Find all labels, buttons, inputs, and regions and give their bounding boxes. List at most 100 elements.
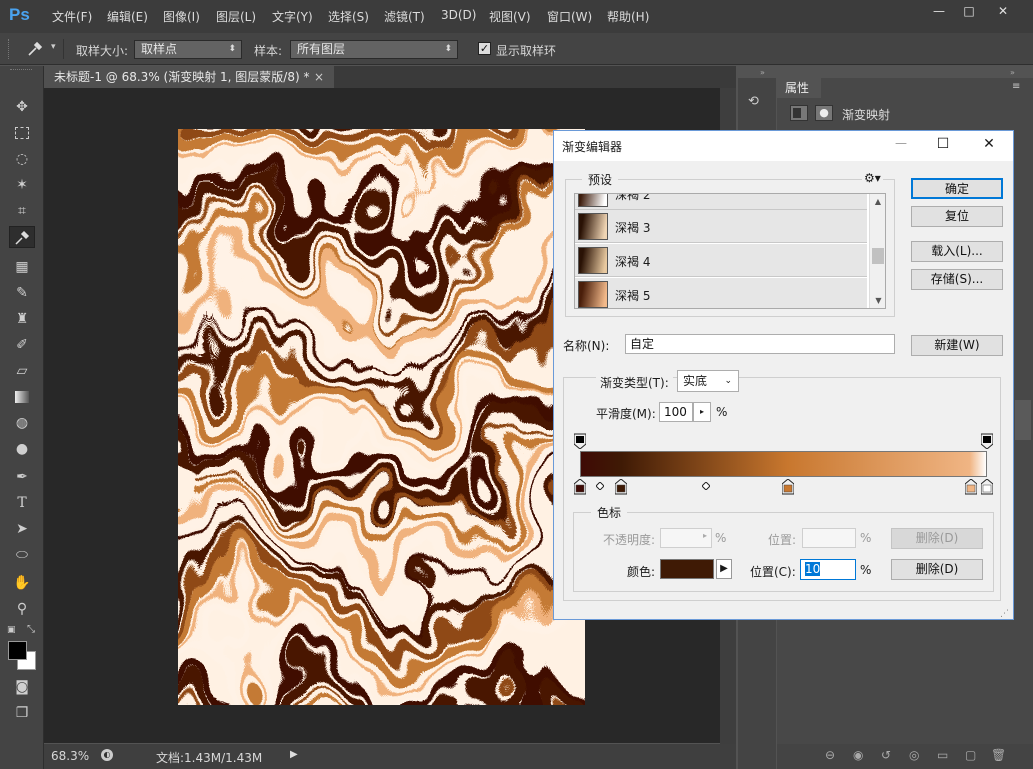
pen-tool-icon[interactable]: ✒ <box>9 466 35 488</box>
eraser-tool-icon[interactable]: ▱ <box>9 360 35 382</box>
lasso-tool-icon[interactable]: ◌ <box>9 148 35 170</box>
layer-mask-icon[interactable]: ● <box>815 105 833 121</box>
status-menu-arrow-icon[interactable]: ▶ <box>290 749 298 760</box>
preset-item[interactable]: 深褐 5 <box>575 278 867 308</box>
opacity-stop-marker[interactable] <box>980 433 994 450</box>
maximize-button[interactable]: □ <box>954 2 984 20</box>
scroll-up-icon[interactable]: ▲ <box>870 197 885 206</box>
new-group-icon[interactable]: ▭ <box>937 748 948 762</box>
crop-tool-icon[interactable]: ⌗ <box>9 200 35 222</box>
save-button[interactable]: 存储(S)... <box>911 269 1003 290</box>
smoothness-dropdown-arrow-icon[interactable]: ▸ <box>693 402 711 422</box>
type-tool-icon[interactable]: T <box>9 492 35 514</box>
color-position-input[interactable]: 10 <box>800 559 856 580</box>
marquee-tool-icon[interactable] <box>9 122 35 144</box>
menu-3d[interactable]: 3D(D) <box>441 8 476 22</box>
options-grip[interactable] <box>8 39 11 59</box>
eyedropper-icon[interactable] <box>25 39 45 59</box>
properties-tab[interactable]: 属性 <box>777 78 821 98</box>
tool-preset-arrow-icon[interactable]: ▾ <box>51 42 56 52</box>
default-colors-icon[interactable]: ▣ <box>7 625 16 635</box>
foreground-color-swatch[interactable] <box>8 641 27 660</box>
quick-mask-icon[interactable]: ◙ <box>9 676 35 698</box>
menu-edit[interactable]: 编辑(E) <box>107 8 148 25</box>
hand-tool-icon[interactable]: ✋ <box>9 572 35 594</box>
move-tool-icon[interactable]: ✥ <box>9 96 35 118</box>
eyedropper-tool-icon[interactable] <box>9 226 35 248</box>
brush-tool-icon[interactable]: ✎ <box>9 282 35 304</box>
new-layer-icon[interactable]: ▢ <box>965 748 976 762</box>
healing-brush-tool-icon[interactable]: ▦ <box>9 256 35 278</box>
color-menu-arrow-icon[interactable]: ▶ <box>716 559 732 579</box>
delete-color-stop-button[interactable]: 删除(D) <box>891 559 983 580</box>
clone-stamp-tool-icon[interactable]: ♜ <box>9 308 35 330</box>
scroll-down-icon[interactable]: ▼ <box>870 296 885 305</box>
reset-button[interactable]: 复位 <box>911 206 1003 227</box>
dialog-maximize-button[interactable]: ☐ <box>928 136 958 152</box>
blur-tool-icon[interactable]: ◍ <box>9 412 35 434</box>
panel-menu-icon[interactable]: ≡ <box>1012 81 1020 92</box>
ellipse-tool-icon[interactable]: ⬭ <box>9 544 35 566</box>
opacity-stop-marker[interactable] <box>573 433 587 450</box>
document-canvas-artwork[interactable] <box>178 129 585 705</box>
presets-list[interactable]: 深褐 2 深褐 3 深褐 4 深褐 5 ▲ ▼ <box>574 193 886 309</box>
menu-window[interactable]: 窗口(W) <box>547 8 592 25</box>
gradient-ramp[interactable] <box>580 451 987 477</box>
sample-size-select[interactable]: 取样点 ⬍ <box>134 40 242 59</box>
dodge-tool-icon[interactable]: ● <box>9 438 35 460</box>
menu-file[interactable]: 文件(F) <box>52 8 92 25</box>
minimize-button[interactable]: — <box>924 2 954 20</box>
magic-wand-tool-icon[interactable]: ✶ <box>9 174 35 196</box>
history-panel-icon[interactable]: ⟲ <box>748 94 759 109</box>
scroll-thumb[interactable] <box>872 248 884 264</box>
presets-scrollbar[interactable]: ▲ ▼ <box>869 194 885 308</box>
preset-item[interactable]: 深褐 4 <box>575 244 867 277</box>
color-swatch[interactable] <box>660 559 714 579</box>
color-stop-marker[interactable] <box>573 478 587 495</box>
color-stop-marker[interactable] <box>980 478 994 495</box>
dialog-minimize-button[interactable]: — <box>886 136 916 150</box>
gradient-type-select[interactable]: 实底 ⌄ <box>677 370 739 392</box>
panel-collapse-icon[interactable]: » <box>1010 68 1015 77</box>
preset-item[interactable]: 深褐 3 <box>575 210 867 243</box>
menu-select[interactable]: 选择(S) <box>328 8 369 25</box>
collapse-panels-icon[interactable]: » <box>760 68 765 77</box>
history-brush-tool-icon[interactable]: ✐ <box>9 334 35 356</box>
menu-filter[interactable]: 滤镜(T) <box>384 8 425 25</box>
view-previous-icon[interactable]: ◉ <box>853 748 863 762</box>
screen-mode-icon[interactable]: ❐ <box>9 702 35 724</box>
swap-colors-icon[interactable]: ⤡ <box>27 624 35 635</box>
midpoint-diamond[interactable] <box>595 479 606 491</box>
new-button[interactable]: 新建(W) <box>911 335 1003 356</box>
menu-view[interactable]: 视图(V) <box>489 8 531 25</box>
clip-to-layer-icon[interactable]: ⊖ <box>825 748 835 762</box>
properties-scrollbar[interactable] <box>1015 400 1031 440</box>
document-tab-close-icon[interactable]: × <box>314 66 324 88</box>
panel-grip[interactable] <box>10 69 32 73</box>
document-tab[interactable]: 未标题-1 @ 68.3% (渐变映射 1, 图层蒙版/8) * × <box>44 66 334 88</box>
show-ring-checkbox[interactable]: ✓ <box>478 42 491 55</box>
dialog-close-button[interactable]: ✕ <box>974 136 1004 152</box>
gradient-tool-icon[interactable] <box>9 386 35 408</box>
midpoint-diamond[interactable] <box>701 479 711 491</box>
name-input[interactable]: 自定 <box>625 334 895 354</box>
preset-item[interactable]: 深褐 2 <box>575 194 867 210</box>
status-info-icon[interactable]: ◐ <box>101 749 113 761</box>
delete-icon[interactable]: 🗑 <box>991 748 1006 762</box>
menu-layer[interactable]: 图层(L) <box>216 8 256 25</box>
resize-grip-icon[interactable]: ⋰ <box>1000 609 1009 619</box>
presets-settings-gear-icon[interactable]: ⚙▾ <box>862 171 883 185</box>
ok-button[interactable]: 确定 <box>911 178 1003 199</box>
path-selection-tool-icon[interactable]: ➤ <box>9 518 35 540</box>
smoothness-input[interactable]: 100 <box>659 402 693 422</box>
zoom-tool-icon[interactable]: ⚲ <box>9 598 35 620</box>
menu-type[interactable]: 文字(Y) <box>272 8 313 25</box>
menu-help[interactable]: 帮助(H) <box>607 8 649 25</box>
color-stop-marker[interactable] <box>781 478 795 495</box>
menu-image[interactable]: 图像(I) <box>163 8 200 25</box>
zoom-level[interactable]: 68.3% <box>51 749 89 763</box>
toggle-visibility-icon[interactable]: ◎ <box>909 748 919 762</box>
sample-select[interactable]: 所有图层 ⬍ <box>290 40 458 59</box>
reset-icon[interactable]: ↺ <box>881 748 891 762</box>
load-button[interactable]: 载入(L)... <box>911 241 1003 262</box>
